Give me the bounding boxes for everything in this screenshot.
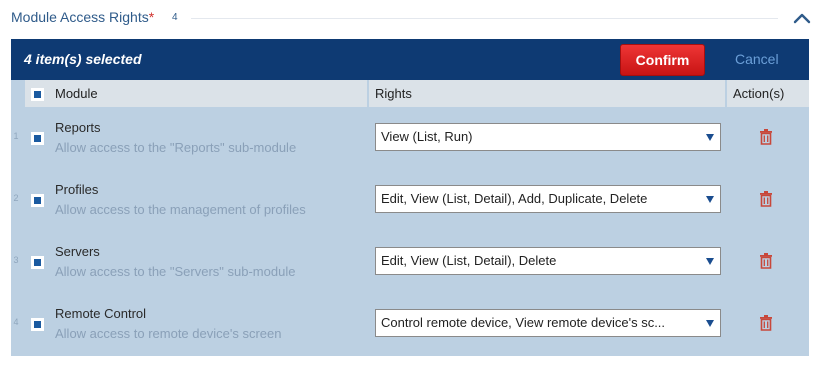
trash-icon[interactable] [757,314,775,332]
selection-toolbar: 4 item(s) selected Confirm Cancel [11,39,809,80]
caret-down-icon [706,134,714,141]
selected-count-text: 4 item(s) selected [24,51,142,67]
rights-column-header[interactable]: Rights [369,80,725,107]
header-divider [191,18,778,19]
module-description: Allow access to remote device's screen [55,326,282,341]
module-name: Profiles [55,182,99,197]
rights-select[interactable]: View (List, Run) [375,123,721,151]
row-checkbox[interactable] [31,256,44,269]
cancel-button[interactable]: Cancel [735,51,779,67]
table-row: 1 Reports Allow access to the "Reports" … [11,107,809,167]
rights-value: Edit, View (List, Detail), Delete [381,253,557,268]
chevron-up-icon[interactable] [792,10,812,26]
table-row: 3 Servers Allow access to the "Servers" … [11,231,809,291]
section-title-text: Module Access Rights [11,9,149,25]
module-name: Reports [55,120,101,135]
select-all-checkbox[interactable] [31,88,44,101]
row-checkbox[interactable] [31,194,44,207]
module-description: Allow access to the "Servers" sub-module [55,264,296,279]
module-description: Allow access to the "Reports" sub-module [55,140,297,155]
rights-value: Control remote device, View remote devic… [381,315,666,330]
actions-column-header: Action(s) [727,80,809,107]
caret-down-icon [706,320,714,327]
caret-down-icon [706,196,714,203]
trash-icon[interactable] [757,128,775,146]
module-rights-grid: Module Rights Action(s) 1 Reports Allow … [11,80,809,356]
trash-icon[interactable] [757,252,775,270]
module-column-header[interactable]: Module [49,80,367,107]
table-row: 2 Profiles Allow access to the managemen… [11,169,809,229]
row-number: 1 [13,131,19,141]
required-mark: * [148,9,155,25]
row-checkbox[interactable] [31,132,44,145]
count-badge: 4 [172,12,178,23]
rights-value: View (List, Run) [381,129,473,144]
rights-select[interactable]: Edit, View (List, Detail), Add, Duplicat… [375,185,721,213]
caret-down-icon [706,258,714,265]
module-name: Remote Control [55,306,147,321]
row-number: 4 [13,317,19,327]
trash-icon[interactable] [757,190,775,208]
section-header: Module Access Rights* 4 [0,0,818,38]
row-number: 2 [13,193,19,203]
table-row: 4 Remote Control Allow access to remote … [11,293,809,353]
rights-select[interactable]: Control remote device, View remote devic… [375,309,721,337]
module-description: Allow access to the management of profil… [55,202,306,217]
row-number: 3 [13,255,19,265]
rights-select[interactable]: Edit, View (List, Detail), Delete [375,247,721,275]
confirm-button[interactable]: Confirm [620,44,705,76]
row-checkbox[interactable] [31,318,44,331]
module-name: Servers [55,244,100,259]
section-title: Module Access Rights* [11,9,154,25]
rights-value: Edit, View (List, Detail), Add, Duplicat… [381,191,648,206]
